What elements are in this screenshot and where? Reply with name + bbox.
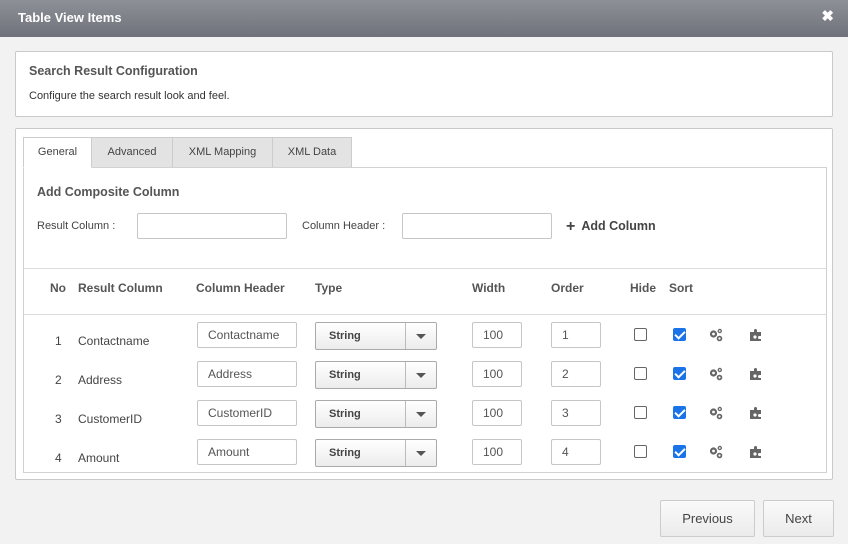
gears-icon[interactable] — [708, 366, 724, 382]
header-sort: Sort — [669, 281, 693, 295]
row-result-column: CustomerID — [78, 412, 143, 426]
next-button[interactable]: Next — [763, 500, 834, 537]
sort-checkbox[interactable] — [673, 328, 686, 341]
row-number: 2 — [55, 373, 62, 387]
order-field[interactable] — [551, 322, 601, 348]
chevron-down-icon[interactable] — [405, 323, 436, 349]
column-header-field[interactable] — [197, 400, 297, 426]
column-header-field[interactable] — [197, 439, 297, 465]
type-select[interactable]: String — [315, 400, 437, 428]
divider — [24, 314, 826, 315]
row-result-column: Amount — [78, 451, 120, 465]
width-field[interactable] — [472, 439, 522, 465]
window-title: Table View Items — [18, 10, 122, 25]
gears-icon[interactable] — [708, 405, 724, 421]
puzzle-settings-icon[interactable] — [748, 444, 764, 460]
previous-button[interactable]: Previous — [660, 500, 755, 537]
header-no: No — [50, 281, 66, 295]
add-column-label: Add Column — [581, 219, 656, 233]
order-field[interactable] — [551, 400, 601, 426]
order-field[interactable] — [551, 439, 601, 465]
composite-heading: Add Composite Column — [37, 185, 180, 199]
result-column-label: Result Column : — [37, 220, 116, 232]
header-type: Type — [315, 281, 343, 295]
type-value: String — [329, 408, 361, 420]
hide-checkbox[interactable] — [634, 406, 647, 419]
search-result-config-panel: Search Result Configuration Configure th… — [15, 51, 833, 117]
sort-checkbox[interactable] — [673, 367, 686, 380]
type-select[interactable]: String — [315, 322, 437, 350]
width-field[interactable] — [472, 400, 522, 426]
row-number: 3 — [55, 412, 62, 426]
tab-xml-data[interactable]: XML Data — [272, 137, 352, 168]
chevron-down-icon[interactable] — [405, 440, 436, 466]
hide-checkbox[interactable] — [634, 445, 647, 458]
puzzle-settings-icon[interactable] — [748, 327, 764, 343]
column-header-label: Column Header : — [302, 220, 386, 232]
window-titlebar: Table View Items ✖ — [0, 0, 848, 37]
add-column-button[interactable]: + Add Column — [566, 217, 656, 235]
chevron-down-icon[interactable] — [405, 362, 436, 388]
config-description: Configure the search result look and fee… — [29, 90, 230, 102]
header-hide: Hide — [630, 281, 657, 295]
tab-advanced[interactable]: Advanced — [91, 137, 173, 168]
column-header-field[interactable] — [197, 322, 297, 348]
puzzle-settings-icon[interactable] — [748, 366, 764, 382]
row-number: 4 — [55, 451, 62, 465]
table-row: 2 Address String — [24, 361, 826, 400]
chevron-down-icon[interactable] — [405, 401, 436, 427]
header-width: Width — [472, 281, 506, 295]
hide-checkbox[interactable] — [634, 328, 647, 341]
table-view-panel: General Advanced XML Mapping XML Data Ad… — [15, 128, 833, 480]
column-header-field[interactable] — [197, 361, 297, 387]
row-number: 1 — [55, 334, 62, 348]
config-heading: Search Result Configuration — [29, 64, 198, 78]
order-field[interactable] — [551, 361, 601, 387]
width-field[interactable] — [472, 361, 522, 387]
table-row: 4 Amount String — [24, 439, 826, 478]
sort-checkbox[interactable] — [673, 445, 686, 458]
type-value: String — [329, 330, 361, 342]
tab-general[interactable]: General — [23, 137, 92, 168]
plus-icon: + — [566, 218, 576, 235]
sort-checkbox[interactable] — [673, 406, 686, 419]
gears-icon[interactable] — [708, 327, 724, 343]
general-tab-content: Add Composite Column Result Column : Col… — [23, 167, 827, 473]
type-value: String — [329, 447, 361, 459]
hide-checkbox[interactable] — [634, 367, 647, 380]
divider — [24, 268, 826, 269]
gears-icon[interactable] — [708, 444, 724, 460]
row-result-column: Contactname — [78, 334, 150, 348]
type-value: String — [329, 369, 361, 381]
result-column-input[interactable] — [137, 213, 287, 239]
puzzle-settings-icon[interactable] — [748, 405, 764, 421]
header-column-header: Column Header — [196, 281, 285, 295]
column-header-input[interactable] — [402, 213, 552, 239]
tab-xml-mapping[interactable]: XML Mapping — [172, 137, 273, 168]
close-icon[interactable]: ✖ — [821, 9, 834, 25]
type-select[interactable]: String — [315, 361, 437, 389]
table-row: 3 CustomerID String — [24, 400, 826, 439]
row-result-column: Address — [78, 373, 123, 387]
header-order: Order — [551, 281, 584, 295]
type-select[interactable]: String — [315, 439, 437, 467]
table-row: 1 Contactname String — [24, 322, 826, 361]
header-result-column: Result Column — [78, 281, 163, 295]
width-field[interactable] — [472, 322, 522, 348]
